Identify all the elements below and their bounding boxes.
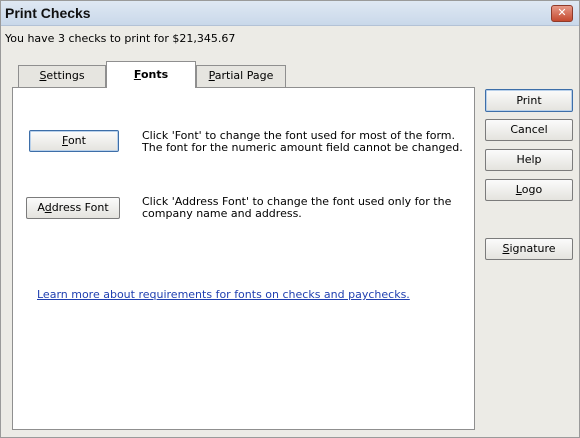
font-description: Click 'Font' to change the font used for… <box>142 129 463 154</box>
address-font-button[interactable]: Address Font <box>26 197 120 219</box>
tab-fonts-accel: F <box>133 68 141 81</box>
signature-button[interactable]: Signature <box>485 238 573 260</box>
logo-button[interactable]: Logo <box>485 179 573 201</box>
tab-settings[interactable]: Settings <box>18 65 106 87</box>
close-icon: ✕ <box>557 6 567 19</box>
cancel-button[interactable]: Cancel <box>485 119 573 141</box>
address-font-description: Click 'Address Font' to change the font … <box>142 195 452 220</box>
close-button[interactable]: ✕ <box>551 5 573 22</box>
checks-summary: You have 3 checks to print for $21,345.6… <box>5 32 236 45</box>
print-button[interactable]: Print <box>485 89 573 112</box>
help-button[interactable]: Help <box>485 149 573 171</box>
font-button[interactable]: Font <box>29 130 119 152</box>
tab-partial-page[interactable]: Partial Page <box>196 65 286 87</box>
learn-more-fonts-link[interactable]: Learn more about requirements for fonts … <box>37 288 410 301</box>
print-checks-dialog: Print Checks ✕ You have 3 checks to prin… <box>0 0 580 438</box>
dialog-title: Print Checks <box>5 5 91 21</box>
title-bar: Print Checks ✕ <box>1 1 579 26</box>
fonts-tab-panel: Font Click 'Font' to change the font use… <box>12 87 475 430</box>
tab-fonts[interactable]: Fonts <box>106 61 196 88</box>
